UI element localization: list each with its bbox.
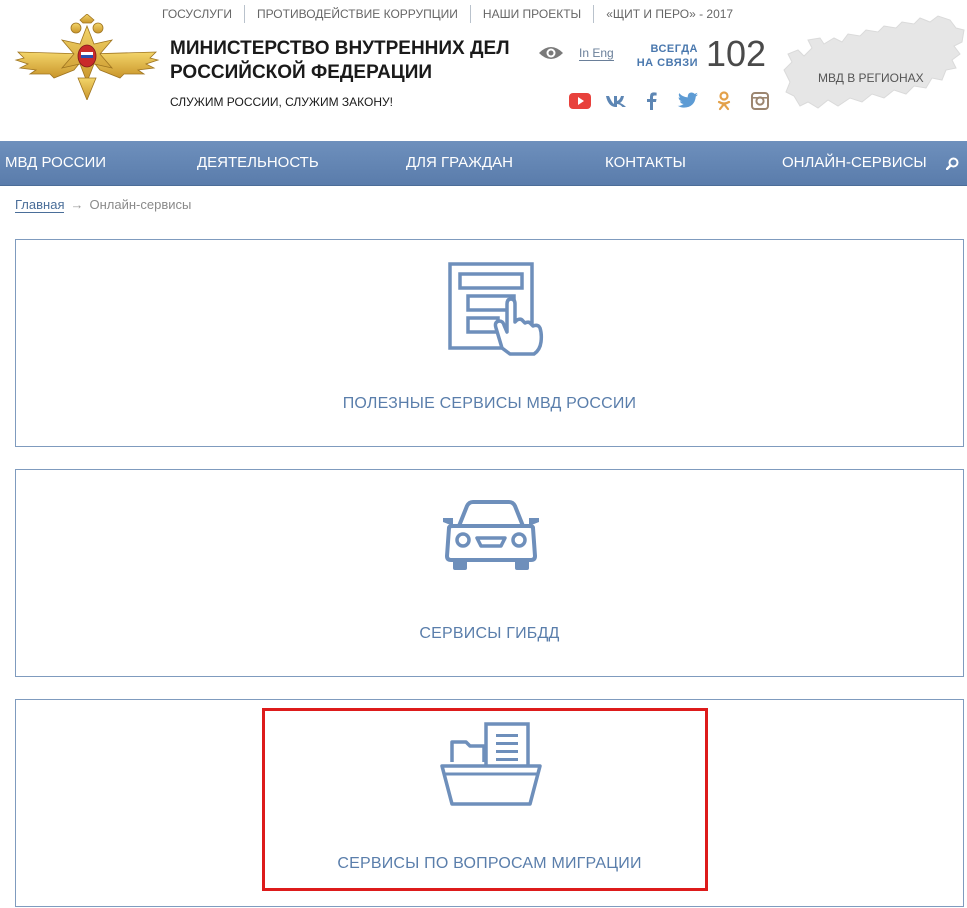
top-links: ГОСУСЛУГИ ПРОТИВОДЕЙСТВИЕ КОРРУПЦИИ НАШИ… [150, 4, 745, 24]
nav-item-contacts[interactable]: КОНТАКТЫ [605, 141, 686, 185]
emergency-phone[interactable]: 102 [706, 34, 766, 74]
instagram-icon[interactable] [746, 90, 774, 112]
card-gibdd-services[interactable]: СЕРВИСЫ ГИБДД [15, 469, 964, 677]
card-label: СЕРВИСЫ ПО ВОПРОСАМ МИГРАЦИИ [337, 855, 642, 872]
youtube-icon[interactable] [566, 90, 594, 112]
main-nav: МВД РОССИИ ДЕЯТЕЛЬНОСТЬ ДЛЯ ГРАЖДАН КОНТ… [0, 141, 967, 186]
breadcrumb: Главная → Онлайн-сервисы [15, 197, 192, 213]
social-links [566, 90, 774, 112]
top-link-projects[interactable]: НАШИ ПРОЕКТЫ [469, 5, 593, 23]
nav-item-for-citizens[interactable]: ДЛЯ ГРАЖДАН [406, 141, 513, 185]
breadcrumb-separator: → [70, 197, 84, 212]
mvd-emblem-logo[interactable] [14, 14, 160, 100]
russia-map-icon[interactable] [778, 8, 967, 120]
search-icon[interactable] [937, 141, 967, 185]
site-header: ГОСУСЛУГИ ПРОТИВОДЕЙСТВИЕ КОРРУПЦИИ НАШИ… [0, 0, 967, 141]
top-link-anticorruption[interactable]: ПРОТИВОДЕЙСТВИЕ КОРРУПЦИИ [243, 5, 470, 23]
card-label: СЕРВИСЫ ГИБДД [419, 625, 560, 642]
nav-item-online-services[interactable]: ОНЛАЙН-СЕРВИСЫ [782, 141, 927, 185]
card-migration-services[interactable]: СЕРВИСЫ ПО ВОПРОСАМ МИГРАЦИИ [15, 699, 964, 907]
twitter-icon[interactable] [674, 90, 702, 112]
breadcrumb-current: Онлайн-сервисы [89, 197, 192, 212]
folder-document-icon [440, 722, 542, 806]
card-label: ПОЛЕЗНЫЕ СЕРВИСЫ МВД РОССИИ [342, 395, 637, 412]
regions-link[interactable]: МВД В РЕГИОНАХ [818, 71, 924, 85]
touch-form-icon [448, 262, 544, 356]
car-icon [443, 500, 539, 570]
top-link-shield-and-pen[interactable]: «ЩИТ И ПЕРО» - 2017 [593, 5, 745, 23]
english-version-link[interactable]: In Eng [579, 46, 614, 61]
always-in-touch: ВСЕГДА НА СВЯЗИ [630, 42, 698, 70]
top-link-gosuslugi[interactable]: ГОСУСЛУГИ [150, 5, 244, 23]
odnoklassniki-icon[interactable] [710, 90, 738, 112]
nav-item-activity[interactable]: ДЕЯТЕЛЬНОСТЬ [197, 141, 319, 185]
eye-icon[interactable] [538, 44, 564, 62]
site-slogan: СЛУЖИМ РОССИИ, СЛУЖИМ ЗАКОНУ! [170, 95, 393, 109]
breadcrumb-home-link[interactable]: Главная [15, 197, 65, 213]
card-useful-services[interactable]: ПОЛЕЗНЫЕ СЕРВИСЫ МВД РОССИИ [15, 239, 964, 447]
facebook-icon[interactable] [638, 90, 666, 112]
site-title[interactable]: МИНИСТЕРСТВО ВНУТРЕННИХ ДЕЛ РОССИЙСКОЙ Ф… [170, 37, 530, 85]
nav-item-mvd-russia[interactable]: МВД РОССИИ [5, 141, 106, 185]
vk-icon[interactable] [602, 90, 630, 112]
always-line-1: ВСЕГДА [650, 43, 698, 55]
always-line-2: НА СВЯЗИ [636, 57, 698, 69]
